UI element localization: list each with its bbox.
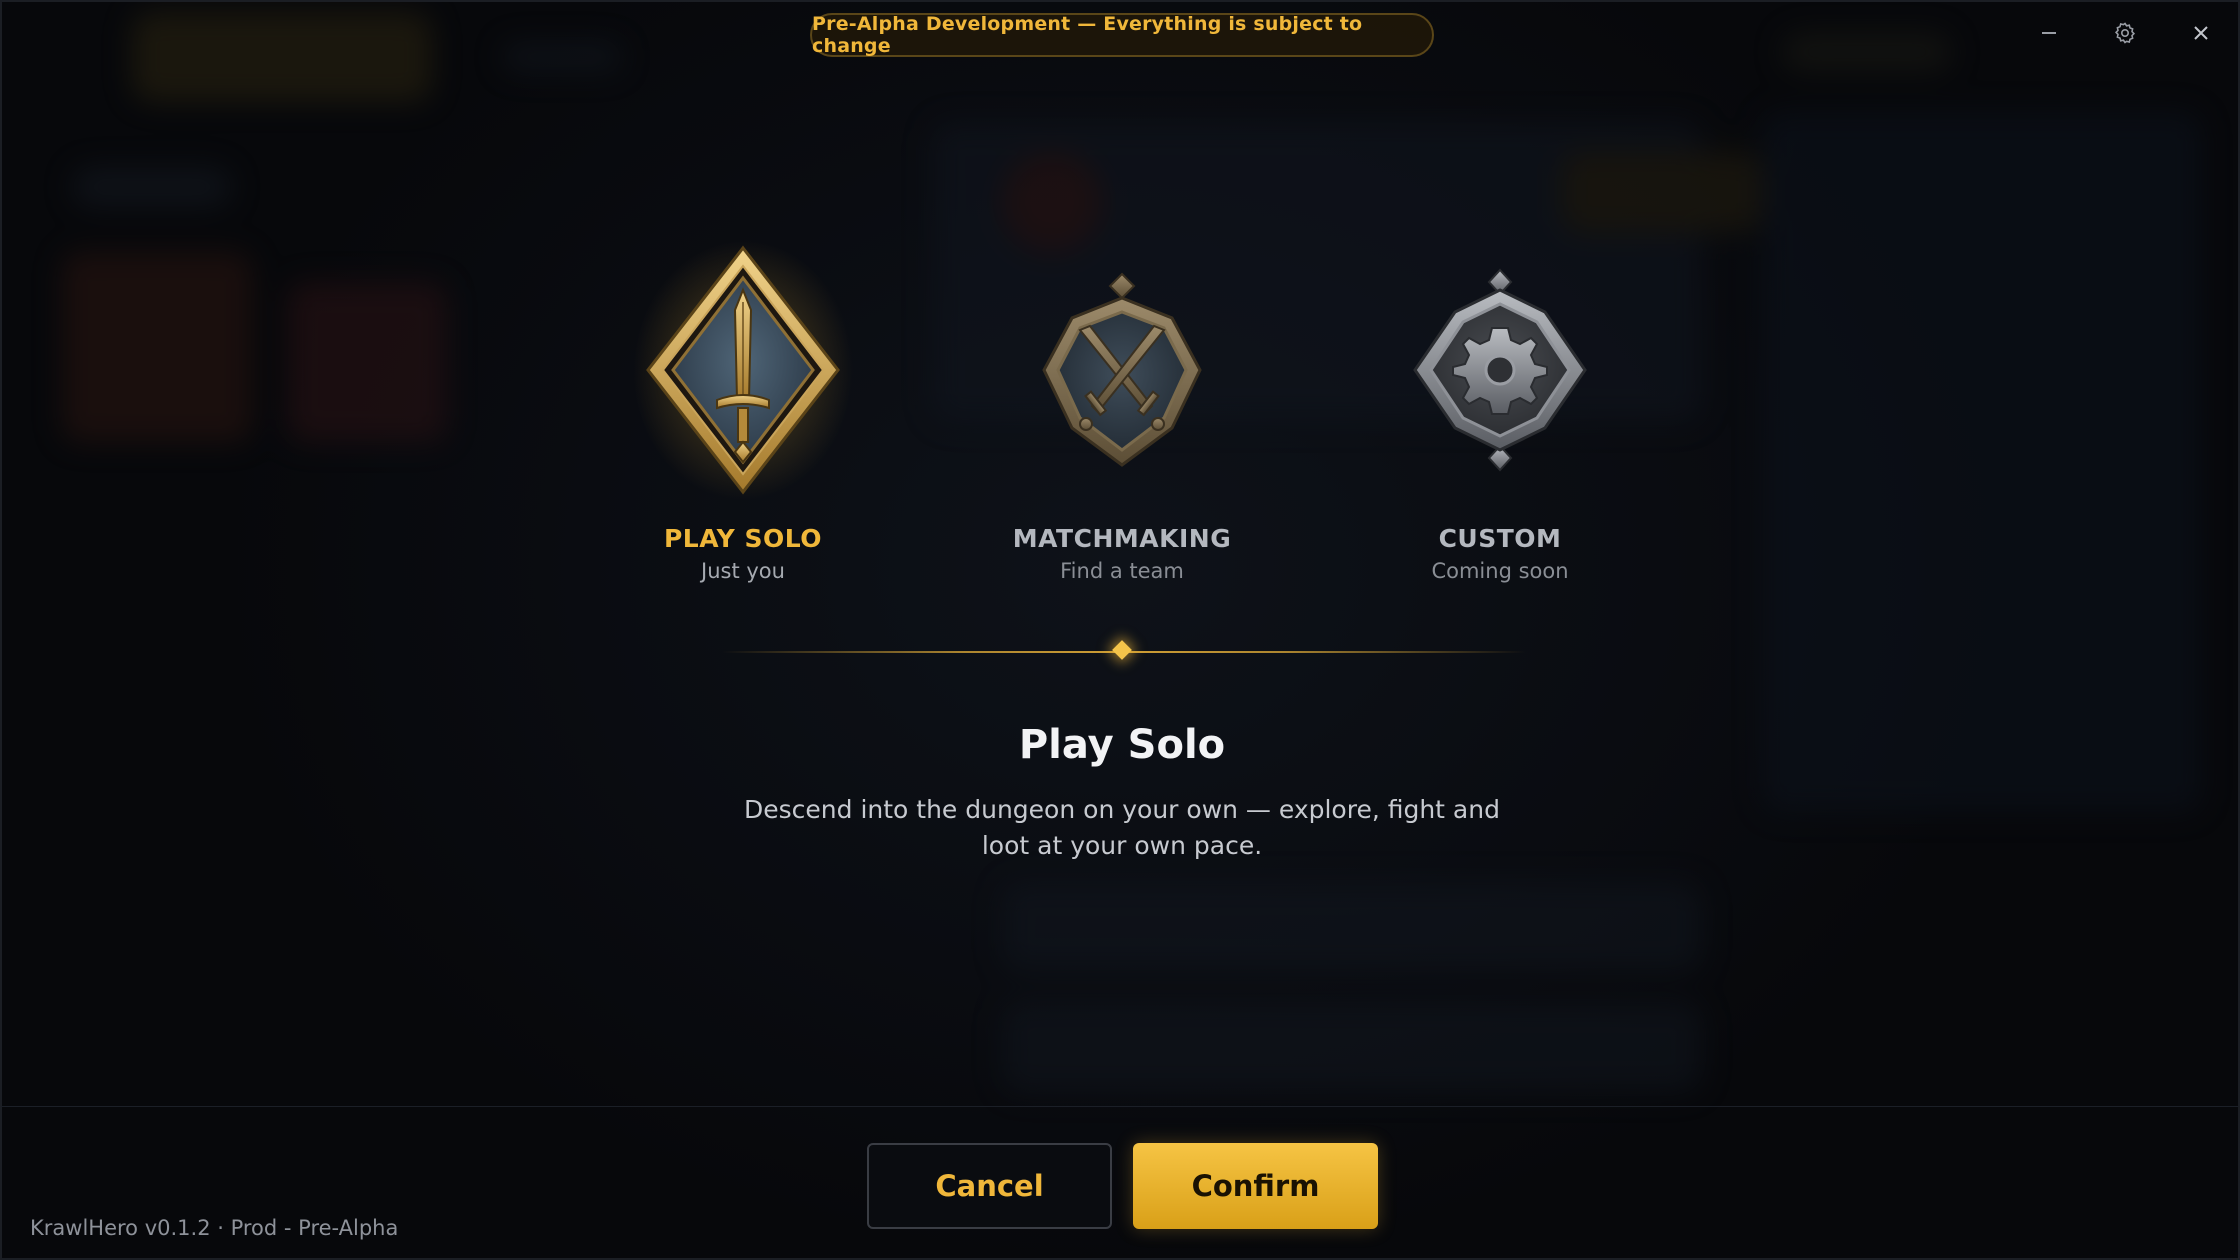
mode-subtitle: Coming soon: [1431, 559, 1569, 583]
cancel-button[interactable]: Cancel: [867, 1143, 1112, 1229]
pre-alpha-banner: Pre-Alpha Development — Everything is su…: [810, 13, 1434, 57]
blurred-background: [2, 2, 2238, 1258]
mode-custom[interactable]: CUSTOM Coming soon: [1340, 240, 1660, 583]
confirm-button[interactable]: Confirm: [1133, 1143, 1378, 1229]
minimize-icon[interactable]: [2032, 16, 2066, 50]
mode-matchmaking[interactable]: MATCHMAKING Find a team: [962, 240, 1282, 583]
mode-title: MATCHMAKING: [1012, 524, 1232, 553]
sword-emblem-icon: [583, 240, 903, 500]
mode-play-solo[interactable]: PLAY SOLO Just you: [583, 240, 903, 583]
mode-title: PLAY SOLO: [663, 524, 823, 553]
selected-mode-title: Play Solo: [1018, 722, 1226, 768]
selection-indicator: [1112, 640, 1132, 660]
window-controls: [2032, 16, 2218, 50]
version-label: KrawlHero v0.1.2 · Prod - Pre-Alpha: [30, 1216, 399, 1240]
mode-title: CUSTOM: [1438, 524, 1562, 553]
close-icon[interactable]: [2184, 16, 2218, 50]
app-window: Pre-Alpha Development — Everything is su…: [0, 0, 2240, 1260]
banner-text: Pre-Alpha Development — Everything is su…: [812, 13, 1363, 57]
mode-subtitle: Find a team: [1060, 559, 1184, 583]
mode-subtitle: Just you: [701, 559, 785, 583]
crossed-swords-emblem-icon: [962, 240, 1282, 500]
gear-emblem-icon: [1340, 240, 1660, 500]
gear-icon[interactable]: [2108, 16, 2142, 50]
selected-mode-description: Descend into the dungeon on your own — e…: [744, 795, 1500, 860]
footer-divider: [2, 1106, 2238, 1107]
